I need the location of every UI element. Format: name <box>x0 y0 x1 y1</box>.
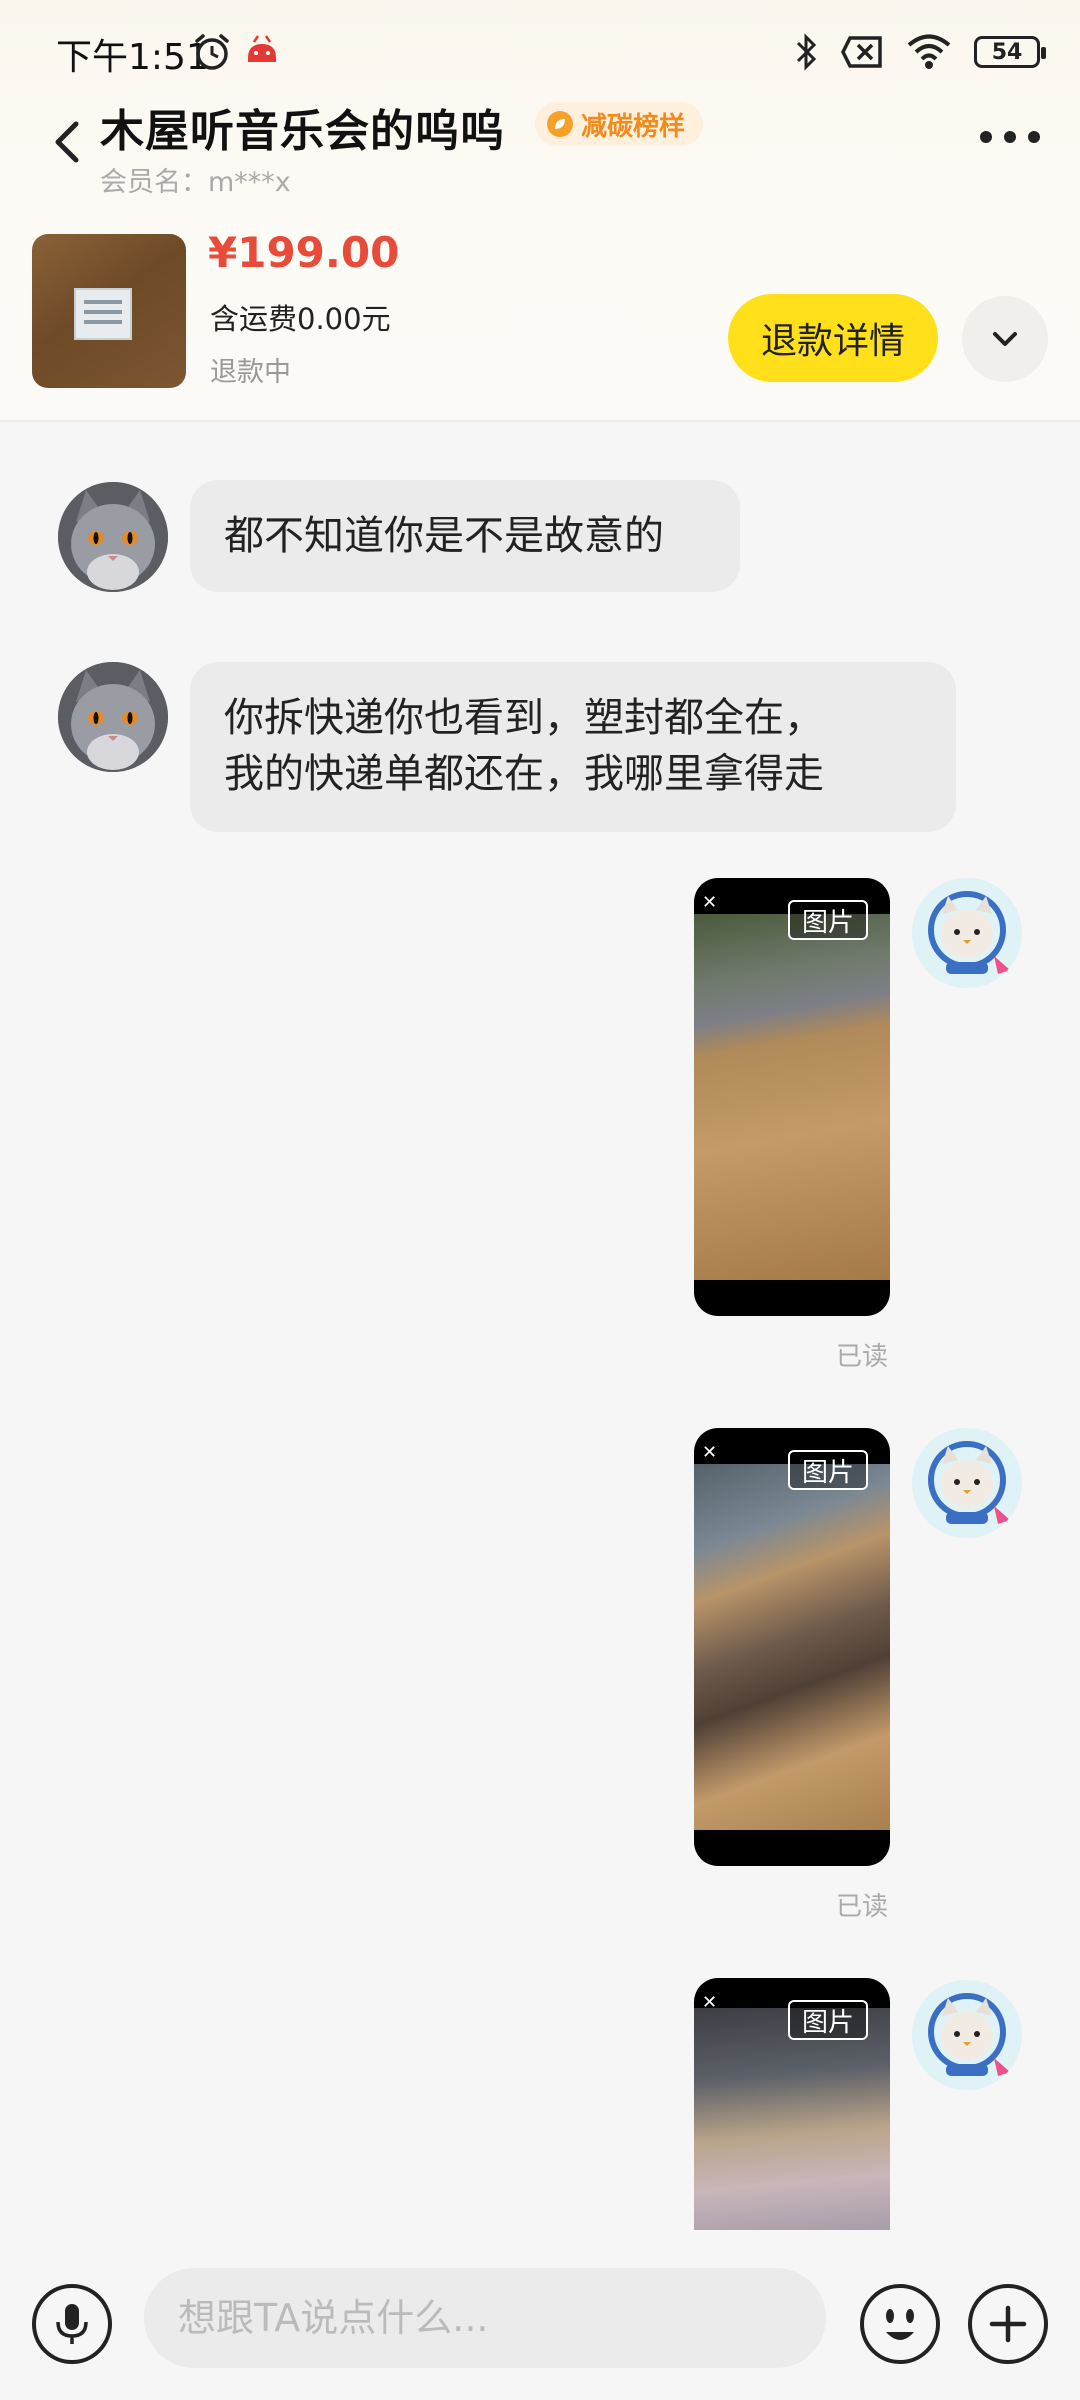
self-avatar[interactable] <box>912 1980 1022 2090</box>
message-line: 我的快递单都还在，我哪里拿得走 <box>224 751 824 797</box>
bluetooth-icon <box>796 33 817 71</box>
badge-label: 减碳榜样 <box>581 111 686 142</box>
self-avatar[interactable] <box>912 1428 1022 1538</box>
order-price: ¥199.00 <box>208 228 400 277</box>
status-bar: 下午1:51 54 <box>0 0 1080 100</box>
voice-input-button[interactable] <box>32 2284 112 2364</box>
image-message[interactable]: ✕ 图片 <box>694 1978 890 2236</box>
battery-level: 54 <box>991 39 1023 65</box>
image-content <box>694 2008 890 2236</box>
message-line: 你拆快递你也看到，塑封都全在， <box>224 695 824 741</box>
leaf-icon <box>547 111 573 137</box>
message-bubble[interactable]: 都不知道你是不是故意的 <box>190 480 740 592</box>
wifi-icon <box>907 34 951 69</box>
refund-details-button[interactable]: 退款详情 <box>728 294 938 382</box>
emoji-button[interactable] <box>860 2284 940 2364</box>
contact-avatar[interactable] <box>58 482 168 592</box>
cat-astronaut-avatar <box>912 1428 1022 1538</box>
image-message[interactable]: ✕ 图片 <box>694 878 890 1316</box>
more-options-icon[interactable] <box>980 122 1040 152</box>
more-actions-button[interactable] <box>968 2284 1048 2364</box>
expand-order-button[interactable] <box>962 296 1048 382</box>
message-bubble[interactable]: 你拆快递你也看到，塑封都全在， 我的快递单都还在，我哪里拿得走 <box>190 662 956 832</box>
no-sim-icon <box>841 36 882 68</box>
image-message[interactable]: ✕ 图片 <box>694 1428 890 1866</box>
chat-title[interactable]: 木屋听音乐会的呜呜 <box>100 95 505 159</box>
order-status: 退款中 <box>210 357 291 388</box>
message-input[interactable] <box>144 2268 826 2368</box>
self-avatar[interactable] <box>912 878 1022 988</box>
close-icon: ✕ <box>702 1992 718 2013</box>
image-content <box>694 1464 890 1830</box>
close-icon: ✕ <box>702 892 718 913</box>
image-tag: 图片 <box>787 1450 868 1490</box>
carbon-badge[interactable]: 减碳榜样 <box>535 102 704 146</box>
read-receipt: 已读 <box>836 1892 889 1922</box>
back-arrow-icon[interactable] <box>44 110 92 174</box>
emoji-icon <box>886 2309 914 2340</box>
image-tag: 图片 <box>787 2000 868 2040</box>
status-right-icons: 54 <box>794 30 1046 74</box>
image-tag: 图片 <box>787 900 868 940</box>
contact-avatar[interactable] <box>58 662 168 772</box>
order-product-thumbnail[interactable] <box>32 234 186 388</box>
top-header: 下午1:51 54 木屋听音乐会的呜呜 减碳榜样 会员名：m***x ¥199.… <box>0 0 1080 422</box>
member-name: 会员名：m***x <box>100 167 291 198</box>
app-notification-icon <box>248 35 276 62</box>
cat-photo <box>58 662 168 772</box>
input-bar <box>0 2230 1080 2400</box>
chevron-down-icon <box>993 332 1017 346</box>
status-time: 下午1:51 <box>56 37 209 78</box>
order-shipping: 含运费0.00元 <box>210 302 391 336</box>
close-icon: ✕ <box>702 1442 718 1463</box>
read-receipt: 已读 <box>836 1342 889 1372</box>
plus-icon <box>989 2305 1027 2343</box>
cat-astronaut-avatar <box>912 878 1022 988</box>
image-content <box>694 914 890 1280</box>
cat-photo <box>58 482 168 592</box>
battery-icon: 54 <box>974 36 1046 68</box>
microphone-icon <box>56 2304 88 2344</box>
alarm-icon <box>195 34 229 70</box>
cat-astronaut-avatar <box>912 1980 1022 2090</box>
